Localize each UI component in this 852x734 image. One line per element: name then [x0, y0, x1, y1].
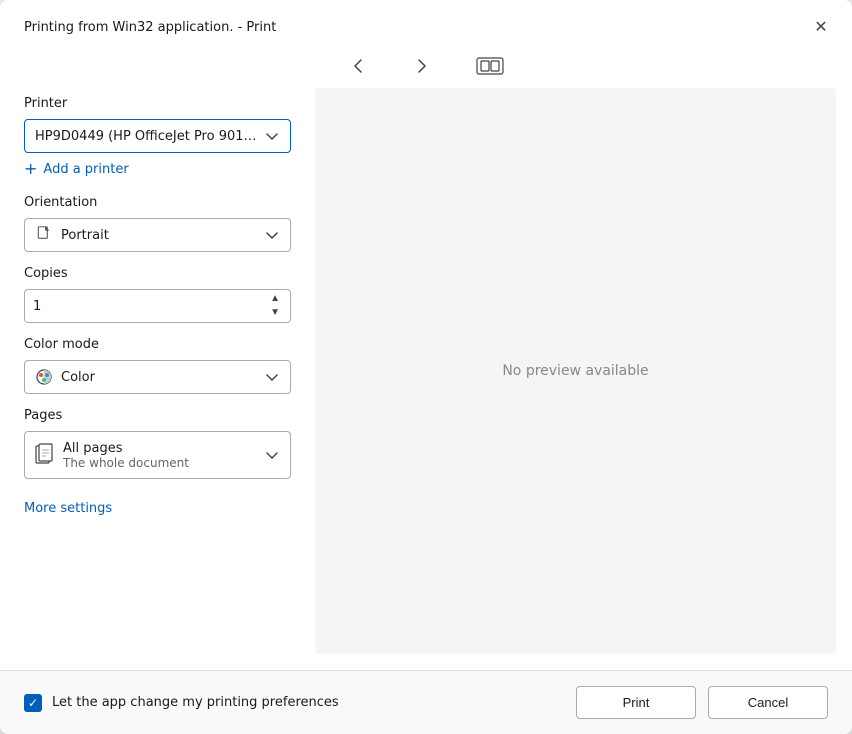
preview-panel: No preview available [315, 88, 836, 654]
pages-icon [35, 443, 55, 467]
document-icon [35, 226, 53, 244]
printer-label: Printer [24, 96, 291, 111]
color-mode-chevron-icon [264, 369, 280, 385]
nav-prev-button[interactable] [346, 54, 370, 78]
pages-label: Pages [24, 408, 291, 423]
app-change-checkbox[interactable]: ✓ [24, 694, 42, 712]
add-printer-link[interactable]: + Add a printer [24, 159, 291, 179]
color-mode-label: Color mode [24, 337, 291, 352]
footer-buttons: Print Cancel [576, 686, 828, 719]
printer-section: Printer HP9D0449 (HP OfficeJet Pro 9010 … [24, 96, 291, 179]
checkbox-label: Let the app change my printing preferenc… [52, 695, 339, 710]
copies-decrement-button[interactable]: ▼ [268, 306, 282, 320]
checkmark-icon: ✓ [28, 696, 38, 710]
color-circle-icon [35, 368, 53, 386]
more-settings-label: More settings [24, 501, 112, 516]
plus-icon: + [24, 161, 37, 177]
orientation-value: Portrait [61, 228, 109, 243]
printer-selected-value: HP9D0449 (HP OfficeJet Pro 9010 se [35, 129, 264, 144]
orientation-label: Orientation [24, 195, 291, 210]
main-body: Printer HP9D0449 (HP OfficeJet Pro 9010 … [0, 88, 852, 670]
checkbox-area: ✓ Let the app change my printing prefere… [24, 694, 560, 712]
pages-chevron-icon [264, 447, 280, 463]
orientation-select[interactable]: Portrait [24, 218, 291, 252]
copies-increment-button[interactable]: ▲ [268, 292, 282, 306]
copies-label: Copies [24, 266, 291, 281]
orientation-chevron-icon [264, 227, 280, 243]
expand-button[interactable] [474, 55, 506, 77]
copies-value: 1 [33, 299, 41, 314]
printer-chevron-icon [264, 128, 280, 144]
color-mode-value: Color [61, 370, 95, 385]
add-printer-label: Add a printer [43, 162, 128, 177]
pages-sub-text: The whole document [63, 456, 189, 470]
copies-spinner: 1 ▲ ▼ [24, 289, 291, 323]
nav-next-button[interactable] [410, 54, 434, 78]
footer: ✓ Let the app change my printing prefere… [0, 670, 852, 734]
no-preview-text: No preview available [502, 363, 648, 379]
copies-section: Copies 1 ▲ ▼ [24, 266, 291, 323]
color-mode-section: Color mode Color [24, 337, 291, 394]
copies-spinner-buttons: ▲ ▼ [268, 292, 282, 320]
left-panel: Printer HP9D0449 (HP OfficeJet Pro 9010 … [0, 88, 315, 670]
title-bar: Printing from Win32 application. - Print… [0, 0, 852, 50]
pages-select[interactable]: All pages The whole document [24, 431, 291, 479]
printer-select[interactable]: HP9D0449 (HP OfficeJet Pro 9010 se [24, 119, 291, 153]
pages-main-text: All pages [63, 441, 189, 456]
color-mode-select[interactable]: Color [24, 360, 291, 394]
pages-section: Pages All pages The whole document [24, 408, 291, 479]
orientation-section: Orientation Portrait [24, 195, 291, 252]
close-button[interactable]: ✕ [806, 12, 836, 42]
cancel-button[interactable]: Cancel [708, 686, 828, 719]
nav-row [0, 50, 852, 88]
print-dialog: Printing from Win32 application. - Print… [0, 0, 852, 734]
more-settings-link[interactable]: More settings [24, 501, 112, 516]
print-button[interactable]: Print [576, 686, 696, 719]
dialog-title: Printing from Win32 application. - Print [24, 20, 276, 35]
